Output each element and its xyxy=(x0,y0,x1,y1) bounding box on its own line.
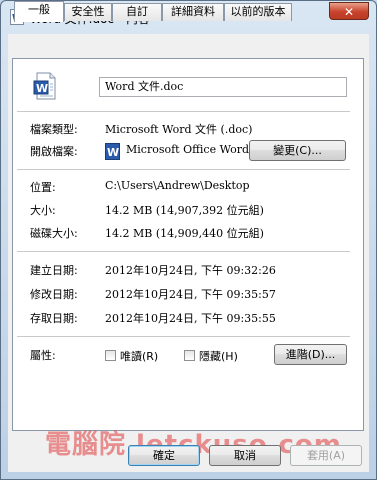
location-value: C:\Users\Andrew\Desktop xyxy=(105,179,250,192)
readonly-checkbox[interactable] xyxy=(105,350,116,361)
type-label: 檔案類型: xyxy=(30,123,78,136)
change-button[interactable]: 變更(C)... xyxy=(249,140,346,161)
disk-size-value: 14.2 MB (14,909,440 位元組) xyxy=(105,227,264,240)
tab-security[interactable]: 安全性 xyxy=(64,3,112,21)
hidden-label[interactable]: 隱藏(H) xyxy=(199,348,238,364)
modified-label: 修改日期: xyxy=(30,288,78,301)
filename-field[interactable]: Word 文件.doc xyxy=(99,77,347,97)
readonly-label[interactable]: 唯讀(R) xyxy=(120,348,158,364)
ok-button[interactable]: 確定 xyxy=(128,445,200,466)
tab-previous-versions[interactable]: 以前的版本 xyxy=(224,3,292,21)
disk-size-label: 磁碟大小: xyxy=(30,227,78,240)
close-button[interactable]: ✕ xyxy=(329,2,369,20)
apply-button[interactable]: 套用(A) xyxy=(290,445,362,466)
cancel-button[interactable]: 取消 xyxy=(209,445,281,466)
properties-window: W Word 文件.doc - 內容 ✕ 一般 安全性 自訂 詳細資料 以前的版… xyxy=(0,0,377,480)
attributes-label: 屬性: xyxy=(30,349,56,362)
divider xyxy=(17,336,350,337)
hidden-checkbox[interactable] xyxy=(184,350,195,361)
tab-general[interactable]: 一般 xyxy=(14,1,64,22)
general-panel xyxy=(12,58,364,431)
size-label: 大小: xyxy=(30,204,56,217)
created-label: 建立日期: xyxy=(30,264,78,277)
advanced-button[interactable]: 進階(D)... xyxy=(274,344,347,365)
divider xyxy=(17,169,350,170)
tab-details[interactable]: 詳細資料 xyxy=(162,3,224,21)
divider xyxy=(17,111,350,112)
svg-text:W: W xyxy=(36,82,48,95)
word-app-icon: W xyxy=(105,143,120,160)
modified-value: 2012年10月24日, 下午 09:35:57 xyxy=(105,288,276,301)
created-value: 2012年10月24日, 下午 09:32:26 xyxy=(105,264,276,277)
opens-with-label: 開啟檔案: xyxy=(30,145,78,158)
divider xyxy=(17,251,350,252)
size-value: 14.2 MB (14,907,392 位元組) xyxy=(105,204,264,217)
accessed-label: 存取日期: xyxy=(30,312,78,325)
location-label: 位置: xyxy=(30,181,56,194)
tab-custom[interactable]: 自訂 xyxy=(112,3,162,21)
opens-with-app: Microsoft Office Word xyxy=(126,143,250,156)
word-document-icon: W xyxy=(33,72,56,100)
svg-text:W: W xyxy=(107,146,119,159)
accessed-value: 2012年10月24日, 下午 09:35:55 xyxy=(105,312,276,325)
type-value: Microsoft Word 文件 (.doc) xyxy=(105,123,253,136)
